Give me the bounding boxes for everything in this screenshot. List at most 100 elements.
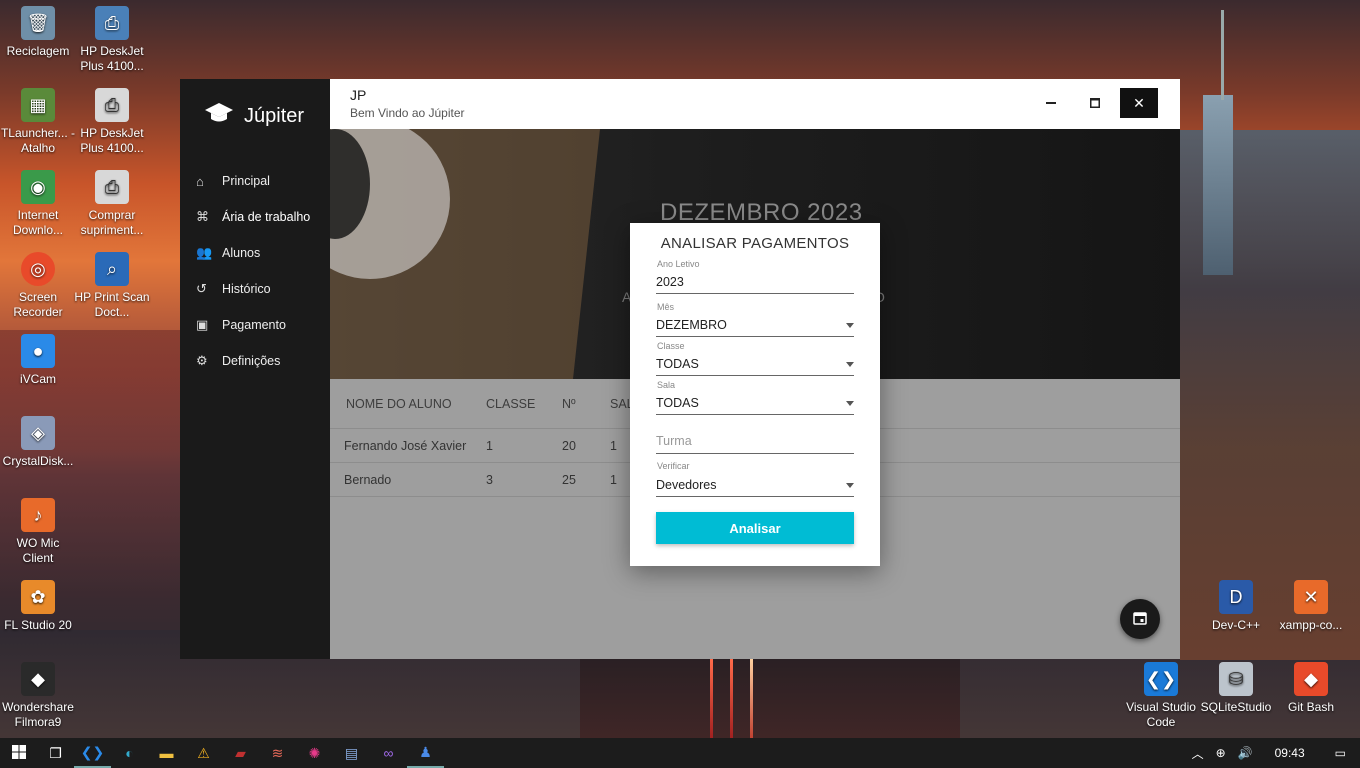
- desktop-icon-screen-recorder[interactable]: ◎ Screen Recorder: [0, 252, 76, 320]
- wallpaper-tower: [1203, 95, 1233, 275]
- clock-time[interactable]: 09:43: [1259, 746, 1321, 760]
- desktop-icon-filmora[interactable]: ◆ Wondershare Filmora9: [0, 662, 76, 730]
- command-icon: ⌘: [196, 209, 209, 224]
- warning-icon: ⚠: [197, 744, 210, 761]
- volume-icon[interactable]: 🔊: [1232, 746, 1259, 760]
- ano-letivo-label: Ano Letivo: [657, 259, 700, 269]
- devcpp-icon: D: [1219, 580, 1253, 614]
- desktop-icon-wo-mic[interactable]: ♪ WO Mic Client: [0, 498, 76, 566]
- column-header-classe[interactable]: CLASSE: [486, 397, 562, 411]
- cell-classe: 1: [486, 438, 493, 453]
- start-button[interactable]: [0, 738, 37, 768]
- desktop-icon-git-bash[interactable]: ◆ Git Bash: [1273, 662, 1349, 715]
- desktop-icon-sqlitestudio[interactable]: ⛁ SQLiteStudio: [1198, 662, 1274, 715]
- desktop-icon-crystaldisk[interactable]: ◈ CrystalDisk...: [0, 416, 76, 469]
- task-view-button[interactable]: ❐: [37, 738, 74, 768]
- system-tray: ︿ ⊕ 🔊 09:43 ▭: [1186, 738, 1360, 768]
- calendar-fab-button[interactable]: [1120, 599, 1160, 639]
- cell-nome: Fernando José Xavier: [344, 438, 467, 453]
- sala-value: TODAS: [656, 396, 699, 410]
- desktop-icon-label: CrystalDisk...: [2, 454, 74, 468]
- sidebar-item-principal[interactable]: ⌂ Principal: [196, 163, 310, 199]
- desktop-icon-ivcam[interactable]: ● iVCam: [0, 334, 76, 387]
- taskbar-notepad[interactable]: ▤: [333, 738, 370, 768]
- mes-select[interactable]: Mês DEZEMBRO: [656, 302, 854, 337]
- desktop-icon-tlauncher[interactable]: ▦ TLauncher... - Atalho: [0, 88, 76, 156]
- taskbar-layers-app[interactable]: ≋: [259, 738, 296, 768]
- globe-icon[interactable]: ⊕: [1210, 746, 1232, 760]
- disk-icon: ◈: [21, 416, 55, 450]
- title-bar: JP Bem Vindo ao Júpiter ✕: [330, 79, 1180, 129]
- desktop-icon-hp-deskjet-1[interactable]: ⎙ HP DeskJet Plus 4100...: [74, 6, 150, 74]
- notification-icon[interactable]: ▭: [1321, 746, 1360, 760]
- taskbar-visual-studio[interactable]: ∞: [370, 738, 407, 768]
- taskbar-access[interactable]: ▰: [222, 738, 259, 768]
- sidebar-item-label: Definições: [222, 354, 281, 368]
- desktop-icon-devcpp[interactable]: D Dev-C++: [1198, 580, 1274, 633]
- analisar-button[interactable]: Analisar: [656, 512, 854, 544]
- taskbar-edge[interactable]: ◐: [111, 738, 148, 768]
- graduation-cap-icon: [204, 101, 234, 132]
- chevron-up-icon[interactable]: ︿: [1186, 745, 1210, 762]
- sidebar: Júpiter ⌂ Principal ⌘ Ária de trabalho 👥…: [180, 79, 330, 659]
- fruit-icon: ✿: [21, 580, 55, 614]
- xampp-icon: ✕: [1294, 580, 1328, 614]
- desktop-icon-label: Visual Studio Code: [1126, 700, 1196, 729]
- maximize-icon: [1090, 95, 1100, 111]
- desktop-icon-label: HP DeskJet Plus 4100...: [80, 44, 144, 73]
- close-button[interactable]: ✕: [1120, 88, 1158, 118]
- desktop-icon-label: SQLiteStudio: [1200, 700, 1272, 714]
- taskbar-media-app[interactable]: ✺: [296, 738, 333, 768]
- desktop-icon-vscode[interactable]: ❮❯ Visual Studio Code: [1123, 662, 1199, 730]
- sidebar-item-historico[interactable]: ↺ Histórico: [196, 271, 310, 307]
- sidebar-item-alunos[interactable]: 👥 Alunos: [196, 235, 310, 271]
- desktop-icon-fl-studio[interactable]: ✿ FL Studio 20: [0, 580, 76, 633]
- turma-input[interactable]: Turma: [656, 423, 854, 454]
- desktop-icon-label: Dev-C++: [1211, 618, 1261, 632]
- taskbar-vscode[interactable]: ❮❯: [74, 738, 111, 768]
- chevron-down-icon: [846, 483, 854, 488]
- sidebar-item-pagamento[interactable]: ▣ Pagamento: [196, 307, 310, 343]
- sidebar-item-label: Histórico: [222, 282, 271, 296]
- sidebar-item-area-de-trabalho[interactable]: ⌘ Ária de trabalho: [196, 199, 310, 235]
- visual-studio-icon: ∞: [383, 745, 394, 761]
- minimize-button[interactable]: [1032, 88, 1070, 118]
- desktop-icon-label: Screen Recorder: [13, 290, 63, 319]
- cell-numero: 20: [562, 438, 576, 453]
- filmora-icon: ◆: [21, 662, 55, 696]
- analisar-pagamentos-dialog: ANALISAR PAGAMENTOS Ano Letivo 2023 Mês …: [630, 223, 880, 566]
- sala-label: Sala: [657, 380, 676, 390]
- sidebar-item-definicoes[interactable]: ⚙ Definições: [196, 343, 310, 379]
- desktop-icon-hp-deskjet-2[interactable]: ⎙ HP DeskJet Plus 4100...: [74, 88, 150, 156]
- chevron-down-icon: [846, 401, 854, 406]
- desktop-icon-recycle-bin[interactable]: 🗑 Reciclagem: [0, 6, 76, 59]
- taskbar-app-warning[interactable]: ⚠: [185, 738, 222, 768]
- scan-icon: ⌕: [95, 252, 129, 286]
- maximize-button[interactable]: [1076, 88, 1114, 118]
- folder-icon: ▬: [159, 745, 174, 761]
- desktop-icon-xampp[interactable]: ✕ xampp-co...: [1273, 580, 1349, 633]
- verificar-select[interactable]: Verificar Devedores: [656, 461, 854, 497]
- ano-letivo-value: 2023: [656, 275, 684, 289]
- vscode-icon: ❮❯: [1144, 662, 1178, 696]
- desktop-icon-comprar[interactable]: ⎙ Comprar supriment...: [74, 170, 150, 238]
- desktop-icon-label: HP Print Scan Doct...: [74, 290, 150, 319]
- ano-letivo-field[interactable]: Ano Letivo 2023: [656, 259, 854, 294]
- vscode-icon: ❮❯: [80, 743, 105, 760]
- taskbar-file-explorer[interactable]: ▬: [148, 738, 185, 768]
- layers-icon: ≋: [271, 744, 284, 761]
- taskbar-jupiter-app[interactable]: ♟: [407, 738, 444, 768]
- wallpaper-road: [580, 659, 960, 739]
- close-icon: ✕: [1133, 94, 1145, 111]
- desktop-icon-hp-print-scan[interactable]: ⌕ HP Print Scan Doct...: [74, 252, 150, 320]
- column-header-numero[interactable]: Nº: [562, 397, 610, 411]
- mes-value: DEZEMBRO: [656, 318, 727, 332]
- printer-icon: ⎙: [95, 88, 129, 122]
- desktop-icon-internet-download[interactable]: ◉ Internet Downlo...: [0, 170, 76, 238]
- sala-select[interactable]: Sala TODAS: [656, 380, 854, 415]
- edge-icon: ◐: [125, 745, 134, 761]
- app-icon: ♟: [419, 743, 432, 760]
- notepad-icon: ▤: [344, 744, 359, 761]
- classe-select[interactable]: Classe TODAS: [656, 341, 854, 376]
- column-header-nome[interactable]: NOME DO ALUNO: [330, 397, 486, 411]
